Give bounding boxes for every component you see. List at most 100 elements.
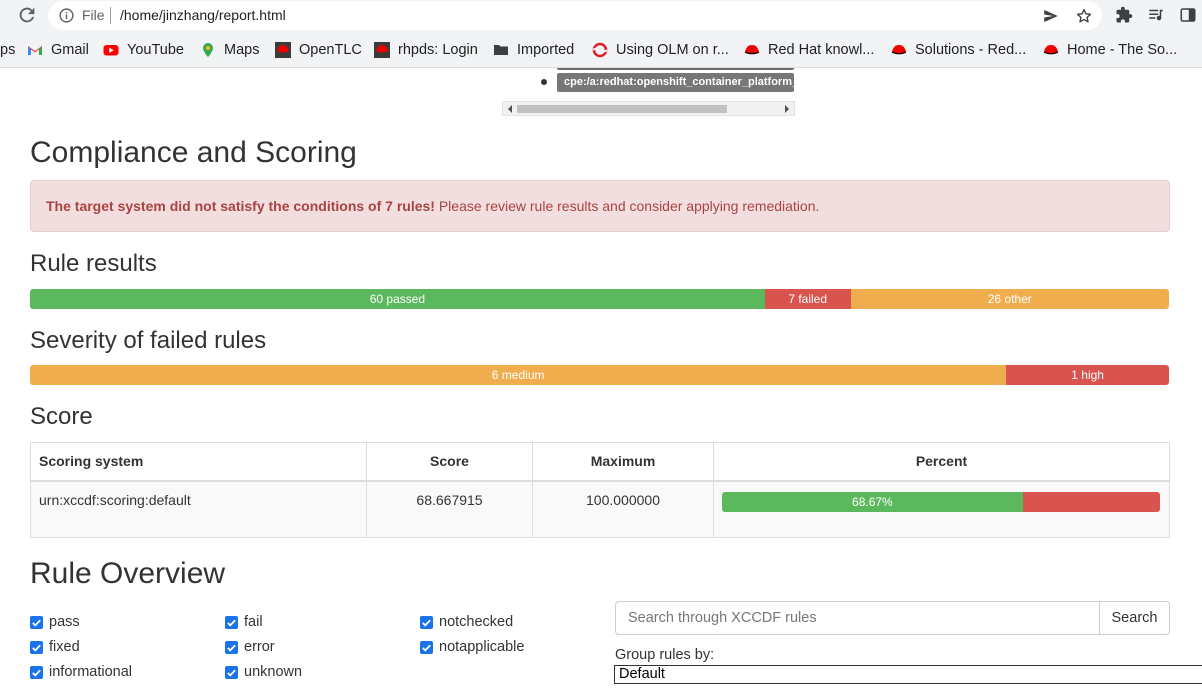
bookmark-label: YouTube [127, 42, 184, 58]
score-table: Scoring system Score Maximum Percent urn… [30, 442, 1170, 538]
score-progress-bar: 68.67% [722, 491, 1160, 512]
severity-title: Severity of failed rules [30, 327, 267, 354]
divider [110, 7, 111, 24]
score-cell: 68.667915 [366, 480, 533, 538]
browser-toolbar: File /home/jinzhang/report.html [0, 0, 1202, 31]
bookmark-gmail[interactable]: Gmail [27, 40, 89, 60]
redhat-hat-icon [891, 45, 907, 55]
alert-bold-text: The target system did not satisfy the co… [46, 198, 435, 214]
checkbox-checked-icon[interactable] [420, 615, 433, 629]
rule-overview-title: Rule Overview [30, 557, 226, 590]
bookmark-redhat-knowledge[interactable]: Red Hat knowl... [744, 40, 874, 60]
bookmark-label: Home - The So... [1067, 42, 1178, 58]
checkbox-checked-icon[interactable] [30, 665, 43, 679]
youtube-icon [103, 45, 119, 56]
bookmark-label: Gmail [51, 42, 89, 58]
bookmark-home-the-source[interactable]: Home - The So... [1043, 40, 1177, 60]
redhat-icon [374, 42, 390, 58]
search-button[interactable]: Search [1100, 601, 1170, 635]
checkbox-checked-icon[interactable] [30, 615, 43, 629]
bookmark-opentlc[interactable]: OpenTLC [275, 40, 362, 60]
checkbox-checked-icon[interactable] [225, 640, 238, 654]
bookmark-using-olm[interactable]: Using OLM on r... [592, 40, 729, 60]
filter-label: error [244, 639, 275, 655]
media-queue-icon[interactable] [1147, 6, 1165, 24]
address-bar[interactable]: File /home/jinzhang/report.html [48, 1, 1102, 30]
reload-icon[interactable] [16, 4, 38, 26]
maximum-cell: 100.000000 [532, 480, 714, 538]
bookmark-maps[interactable]: Maps [200, 40, 259, 60]
bookmark-imported[interactable]: Imported [493, 40, 574, 60]
filter-notchecked[interactable]: notchecked [420, 612, 513, 632]
bookmark-apps[interactable]: ps [0, 40, 15, 60]
cpe-badge: cpe:/a:redhat:openshift_container_platfo… [557, 73, 794, 92]
search-input[interactable] [615, 601, 1100, 635]
filter-fail[interactable]: fail [225, 612, 263, 632]
openshift-icon [592, 42, 608, 58]
redhat-hat-icon [744, 45, 760, 55]
redhat-icon [275, 42, 291, 58]
file-scheme-label: File [82, 7, 105, 23]
table-header-row: Scoring system Score Maximum Percent [30, 442, 1170, 482]
bookmark-label: OpenTLC [299, 42, 362, 58]
alert-text: Please review rule results and consider … [434, 198, 820, 214]
filter-label: notchecked [439, 614, 514, 630]
maps-icon [203, 43, 213, 57]
column-header: Maximum [532, 442, 714, 482]
scrollbar-thumb[interactable] [517, 105, 727, 113]
scroll-left-arrow-icon[interactable] [505, 104, 515, 114]
bookmark-label: ps [0, 42, 16, 58]
redhat-hat-icon [1043, 45, 1059, 55]
bar-segment: 7 failed [764, 289, 851, 309]
filter-label: unknown [244, 664, 303, 680]
filter-label: fail [244, 614, 263, 630]
checkbox-checked-icon[interactable] [420, 640, 433, 654]
table-row: urn:xccdf:scoring:default 68.667915 100.… [30, 480, 1170, 538]
send-icon[interactable] [1042, 7, 1060, 25]
gmail-icon [28, 46, 42, 55]
filter-notapplicable[interactable]: notapplicable [420, 637, 524, 657]
filter-unknown[interactable]: unknown [225, 662, 302, 682]
filter-pass[interactable]: pass [30, 612, 80, 632]
scroll-right-arrow-icon[interactable] [782, 104, 792, 114]
column-header: Percent [713, 442, 1170, 482]
checkbox-checked-icon[interactable] [30, 640, 43, 654]
bookmark-youtube[interactable]: YouTube [103, 40, 184, 60]
bookmark-label: Imported [517, 42, 575, 58]
result-filters: pass fixed informational fail error unkn… [30, 612, 590, 699]
bar-segment: 1 high [1006, 365, 1169, 385]
url-text[interactable]: /home/jinzhang/report.html [120, 7, 286, 23]
bookmark-label: Using OLM on r... [616, 42, 729, 58]
filter-label: informational [49, 664, 133, 680]
score-title: Score [30, 403, 93, 430]
group-rules-select[interactable]: Default [614, 665, 1202, 684]
report-page: cpe:/a:redhat:openshift_container_platfo… [0, 68, 1202, 699]
horizontal-scrollbar[interactable] [502, 101, 795, 116]
filter-label: notapplicable [439, 639, 525, 655]
column-header: Score [366, 442, 533, 482]
filter-fixed[interactable]: fixed [30, 637, 80, 657]
compliance-title: Compliance and Scoring [30, 136, 357, 169]
bookmark-rhpds[interactable]: rhpds: Login [374, 40, 478, 60]
group-rules-label: Group rules by: [615, 647, 715, 663]
bookmark-label: Red Hat knowl... [768, 42, 875, 58]
star-icon[interactable] [1075, 7, 1093, 25]
column-header: Scoring system [30, 442, 367, 482]
bar-segment: 6 medium [30, 365, 1007, 385]
cpe-badge-partial [557, 68, 794, 70]
checkbox-checked-icon[interactable] [225, 665, 238, 679]
checkbox-checked-icon[interactable] [225, 615, 238, 629]
info-icon[interactable] [58, 7, 75, 24]
filter-label: fixed [49, 639, 80, 655]
score-progress-fill: 68.67% [722, 491, 1023, 512]
side-panel-icon[interactable] [1179, 6, 1197, 24]
extensions-icon[interactable] [1115, 6, 1133, 24]
filter-label: pass [49, 614, 80, 630]
failure-alert: The target system did not satisfy the co… [30, 180, 1170, 232]
filter-error[interactable]: error [225, 637, 275, 657]
bookmark-solutions[interactable]: Solutions - Red... [891, 40, 1026, 60]
bookmark-label: Maps [224, 42, 260, 58]
folder-icon [494, 45, 508, 55]
filter-informational[interactable]: informational [30, 662, 132, 682]
bar-segment: 26 other [850, 289, 1169, 309]
